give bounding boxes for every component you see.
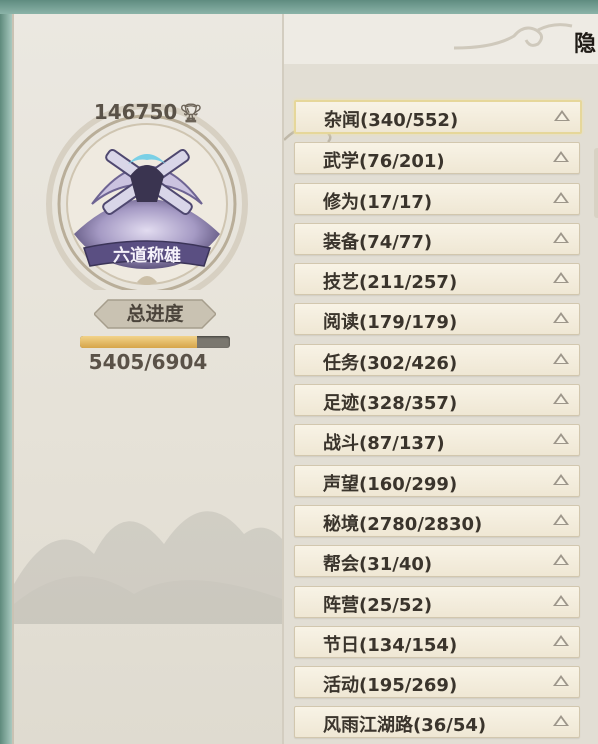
trophy-icon: 🏆︎ (179, 103, 203, 124)
achievement-panel: 六道称雄 146750 🏆︎ 总进度 5405/6904 隐 杂闻(340/55… (12, 14, 598, 744)
list-scroll-handle[interactable] (594, 148, 598, 218)
category-item[interactable]: 杂闻(340/552) (294, 100, 582, 134)
total-progress-bar (80, 336, 230, 348)
total-progress-count: 5405/6904 (88, 350, 208, 374)
expand-arrow-icon[interactable] (553, 312, 569, 324)
category-item[interactable]: 武学(76/201) (294, 142, 580, 175)
total-progress-label: 总进度 (126, 303, 184, 325)
expand-arrow-icon[interactable] (553, 191, 569, 203)
achievement-points-value: 146750 (93, 100, 178, 124)
expand-arrow-icon[interactable] (553, 513, 569, 525)
expand-arrow-icon[interactable] (553, 675, 569, 687)
achievement-points: 146750 🏆︎ (14, 100, 282, 124)
category-item-label: 秘境(2780/2830) (323, 513, 483, 535)
category-item-label: 声望(160/299) (323, 473, 458, 495)
category-item[interactable]: 声望(160/299) (294, 464, 580, 497)
category-item-label: 武学(76/201) (323, 151, 445, 173)
category-item[interactable]: 阅读(179/179) (294, 303, 580, 336)
category-item-label: 任务(302/426) (323, 352, 458, 374)
category-pane: 隐 杂闻(340/552) 武学(76/201) 修为(17/17) 装备(74/77… (284, 14, 598, 744)
window-frame-left (0, 14, 12, 744)
expand-arrow-icon[interactable] (553, 634, 569, 646)
category-item[interactable]: 战斗(87/137) (294, 424, 580, 457)
expand-arrow-icon[interactable] (553, 594, 569, 606)
category-item[interactable]: 技艺(211/257) (294, 263, 580, 296)
category-list-area[interactable]: 杂闻(340/552) 武学(76/201) 修为(17/17) 装备(74/77) 技… (284, 64, 598, 744)
expand-arrow-icon[interactable] (553, 433, 569, 445)
category-item[interactable]: 装备(74/77) (294, 222, 580, 255)
total-progress-fill (80, 336, 198, 348)
expand-arrow-icon[interactable] (553, 473, 569, 485)
expand-arrow-icon[interactable] (553, 715, 569, 727)
category-item-label: 杂闻(340/552) (324, 110, 459, 131)
category-item[interactable]: 风雨江湖路(36/54) (294, 706, 580, 739)
category-item[interactable]: 秘境(2780/2830) (294, 504, 580, 537)
expand-arrow-icon[interactable] (553, 151, 569, 163)
category-item-label: 帮会(31/40) (323, 554, 433, 576)
category-item-label: 修为(17/17) (323, 191, 433, 213)
expand-arrow-icon[interactable] (553, 393, 569, 405)
expand-arrow-icon[interactable] (553, 352, 569, 364)
category-item-label: 阅读(179/179) (323, 312, 458, 334)
header-title: 隐 (573, 31, 596, 57)
category-item[interactable]: 活动(195/269) (294, 666, 580, 699)
emblem-title: 六道称雄 (113, 245, 181, 266)
total-progress-plate: 总进度 (94, 298, 216, 330)
category-item[interactable]: 帮会(31/40) (294, 545, 580, 578)
category-item[interactable]: 节日(134/154) (294, 625, 580, 658)
expand-arrow-icon[interactable] (553, 554, 569, 566)
expand-arrow-icon[interactable] (553, 272, 569, 284)
category-item-label: 阵营(25/52) (323, 594, 433, 616)
category-item[interactable]: 足迹(328/357) (294, 384, 580, 417)
expand-arrow-icon[interactable] (553, 231, 569, 243)
category-list: 杂闻(340/552) 武学(76/201) 修为(17/17) 装备(74/77) 技… (294, 100, 584, 744)
category-item-label: 节日(134/154) (323, 634, 458, 656)
category-item-label: 技艺(211/257) (323, 272, 458, 294)
ink-mountain-decoration (14, 511, 282, 624)
cloud-scroll-decoration (454, 23, 573, 50)
category-item[interactable]: 修为(17/17) (294, 182, 580, 215)
achievement-summary-pane: 六道称雄 146750 🏆︎ 总进度 5405/6904 (14, 14, 284, 744)
category-item[interactable]: 任务(302/426) (294, 343, 580, 376)
category-item-label: 风雨江湖路(36/54) (323, 715, 487, 737)
category-item[interactable]: 阵营(25/52) (294, 585, 580, 618)
category-item-label: 战斗(87/137) (323, 433, 445, 455)
category-header: 隐 (284, 14, 598, 64)
category-item-label: 装备(74/77) (323, 231, 433, 253)
category-item-label: 足迹(328/357) (323, 393, 458, 415)
expand-arrow-icon[interactable] (554, 110, 570, 121)
window-frame-top (0, 0, 598, 14)
category-item-label: 活动(195/269) (323, 675, 458, 697)
